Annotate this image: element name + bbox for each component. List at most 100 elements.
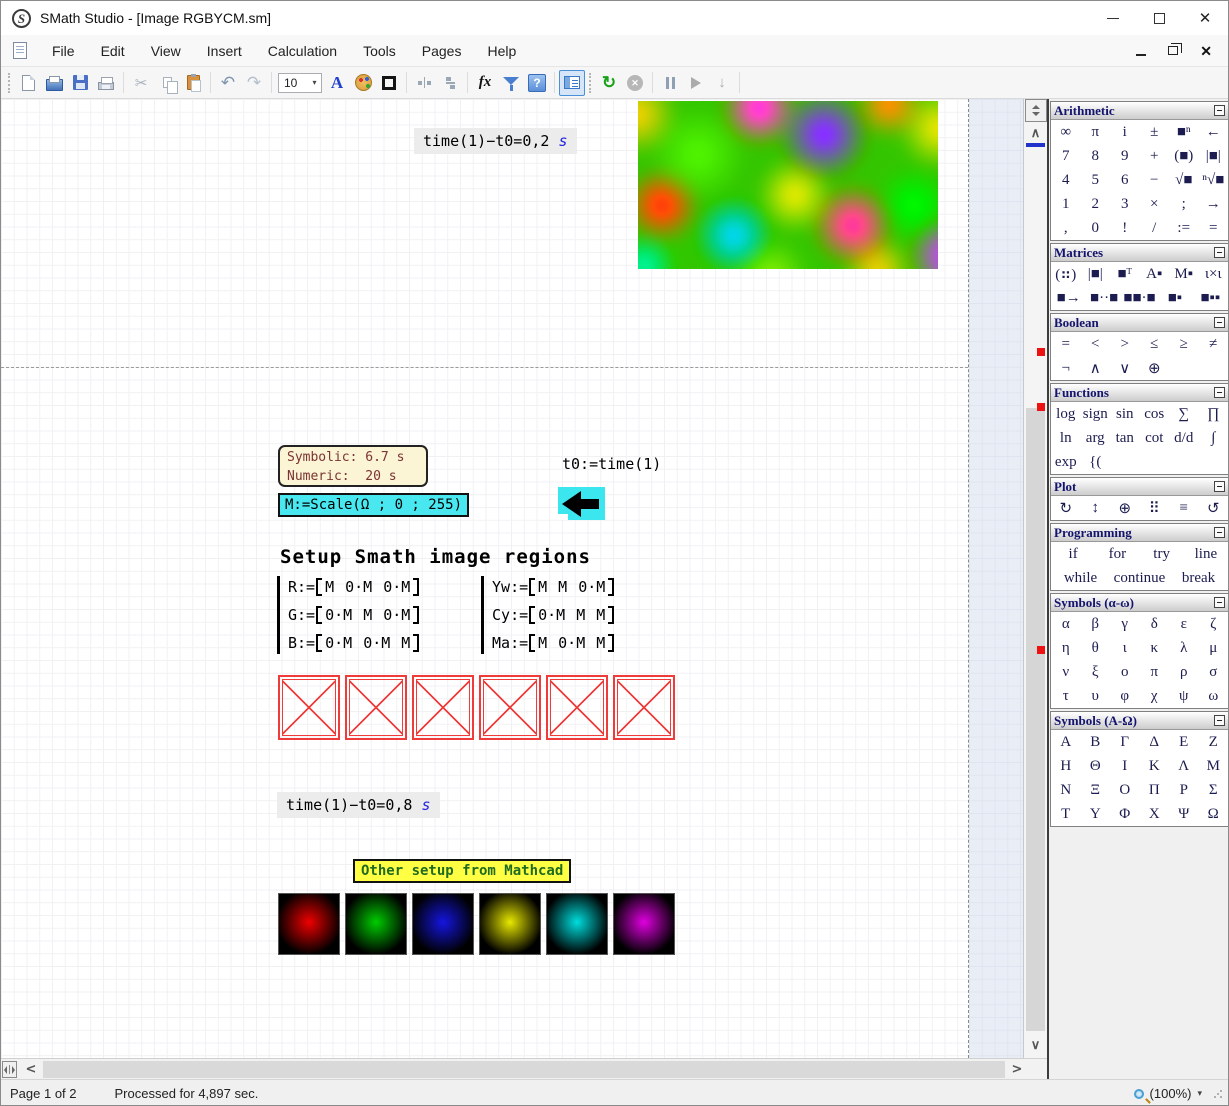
greater-than[interactable]: > <box>1110 336 1140 353</box>
or[interactable]: ∨ <box>1110 359 1140 378</box>
palette-item[interactable]: ζ <box>1199 616 1229 633</box>
mdi-restore-button[interactable] <box>1168 46 1178 55</box>
step-button[interactable]: ↓ <box>709 70 735 96</box>
matrix-group-rgb[interactable]: R:=M0·M0·MG:=0·MM0·MB:=0·M0·MM <box>277 576 419 654</box>
palette-item[interactable]: Χ <box>1140 806 1170 823</box>
greater-equal[interactable]: ≥ <box>1169 336 1199 353</box>
nth-root[interactable]: ⁿ√■ <box>1199 172 1229 189</box>
palette-item[interactable]: Ξ <box>1081 782 1111 799</box>
scroll-down-icon[interactable]: ∨ <box>1024 1037 1047 1053</box>
palette-item[interactable]: χ <box>1140 688 1170 705</box>
broken-image-placeholder[interactable] <box>479 675 541 740</box>
digit-9[interactable]: 9 <box>1110 148 1140 165</box>
color-gradient-image[interactable] <box>345 893 407 955</box>
copy-button[interactable] <box>154 70 180 96</box>
side-panel-toggle-button[interactable] <box>559 70 585 96</box>
window-close-button[interactable]: ✕ <box>1182 1 1228 35</box>
plot-grid[interactable]: ⠿ <box>1140 499 1170 518</box>
palette-item[interactable]: θ <box>1081 640 1111 657</box>
product[interactable]: ∏ <box>1199 406 1229 423</box>
infinity[interactable]: ∞ <box>1051 124 1081 141</box>
palette-item[interactable]: φ <box>1110 688 1140 705</box>
rgb-noise-image[interactable] <box>638 101 938 269</box>
plus[interactable]: + <box>1140 148 1170 165</box>
digit-4[interactable]: 4 <box>1051 172 1081 189</box>
parentheses[interactable]: (■) <box>1169 148 1199 165</box>
row[interactable]: ■▪▪ <box>1193 290 1228 307</box>
palette-item[interactable]: Ο <box>1110 782 1140 799</box>
augment[interactable]: A▪ <box>1140 266 1170 283</box>
not-equal[interactable]: ≠ <box>1199 336 1229 353</box>
broken-image-placeholder[interactable] <box>345 675 407 740</box>
expression-time-elapsed-top[interactable]: time(1)−t0=0,2 s <box>414 128 577 154</box>
palette-item[interactable]: Η <box>1051 758 1081 775</box>
pause-button[interactable] <box>657 70 683 96</box>
scroll-up-icon[interactable]: ∧ <box>1024 125 1047 141</box>
system[interactable]: {( <box>1081 454 1111 471</box>
range[interactable]: ■··■ <box>1086 290 1121 307</box>
column[interactable]: ■▪ <box>1157 290 1192 307</box>
palette-item[interactable]: Ζ <box>1199 734 1229 751</box>
plot-move[interactable]: ⊕ <box>1110 499 1140 518</box>
matrix-definition[interactable]: G:=0·MM0·M <box>288 604 419 626</box>
collapse-icon[interactable] <box>1214 481 1225 492</box>
expression-time-elapsed-bottom[interactable]: time(1)−t0=0,8 s <box>277 792 440 818</box>
palette-item[interactable]: ρ <box>1169 664 1199 681</box>
power[interactable]: ■ⁿ <box>1169 124 1199 141</box>
palette-item[interactable]: Τ <box>1051 806 1081 823</box>
mathcad-label-box[interactable]: Other setup from Mathcad <box>353 859 571 883</box>
broken-image-placeholder[interactable] <box>613 675 675 740</box>
broken-image-placeholder[interactable] <box>278 675 340 740</box>
definition[interactable]: := <box>1169 220 1199 237</box>
scroll-right-icon[interactable]: > <box>1007 1059 1027 1080</box>
fraction-button[interactable] <box>437 70 463 96</box>
minus[interactable]: − <box>1140 172 1170 189</box>
palette-item[interactable]: η <box>1051 640 1081 657</box>
imaginary-unit[interactable]: i <box>1110 124 1140 141</box>
vertical-scroll-thumb[interactable] <box>1026 408 1045 1031</box>
plot-refresh[interactable]: ↺ <box>1199 499 1229 518</box>
palette-item[interactable]: Ω <box>1199 806 1229 823</box>
timing-note-box[interactable]: Symbolic: 6.7 sNumeric: 20 s <box>278 445 428 487</box>
digit-8[interactable]: 8 <box>1081 148 1111 165</box>
palette-item[interactable]: σ <box>1199 664 1229 681</box>
palette-item[interactable]: δ <box>1140 616 1170 633</box>
undo-button[interactable]: ↶ <box>215 70 241 96</box>
palette-item[interactable]: Π <box>1140 782 1170 799</box>
font-size-combobox[interactable]: 10 ▾ <box>278 73 322 93</box>
palette-item[interactable]: Φ <box>1110 806 1140 823</box>
less-equal[interactable]: ≤ <box>1140 336 1170 353</box>
palette-item[interactable]: λ <box>1169 640 1199 657</box>
pi[interactable]: π <box>1081 124 1111 141</box>
line[interactable]: line <box>1184 546 1228 563</box>
xor[interactable]: ⊕ <box>1140 359 1170 378</box>
exp[interactable]: exp <box>1051 454 1081 471</box>
palette-item[interactable]: κ <box>1140 640 1170 657</box>
sign[interactable]: sign <box>1081 406 1111 423</box>
redo-button[interactable]: ↷ <box>241 70 267 96</box>
minor[interactable]: M▪ <box>1169 266 1199 283</box>
matrix-group-ycm[interactable]: Yw:=MM0·MCy:=0·MMMMa:=M0·MM <box>481 576 614 654</box>
square-root[interactable]: √■ <box>1169 172 1199 189</box>
palette-item[interactable]: Ι <box>1110 758 1140 775</box>
palette-item[interactable]: ξ <box>1081 664 1111 681</box>
save-button[interactable] <box>67 70 93 96</box>
collapse-icon[interactable] <box>1214 105 1225 116</box>
paste-button[interactable] <box>180 70 206 96</box>
matrix[interactable]: (⠶) <box>1051 265 1081 284</box>
menu-file[interactable]: File <box>39 37 88 65</box>
digit-3[interactable]: 3 <box>1110 196 1140 213</box>
palette-item[interactable]: Θ <box>1081 758 1111 775</box>
mdi-minimize-button[interactable] <box>1136 54 1146 56</box>
run-button[interactable] <box>683 70 709 96</box>
plot-lines[interactable]: ≡ <box>1169 500 1199 517</box>
bool-equal[interactable]: = <box>1051 336 1081 353</box>
menu-help[interactable]: Help <box>474 37 529 65</box>
menu-calculation[interactable]: Calculation <box>255 37 350 65</box>
log[interactable]: log <box>1051 406 1081 423</box>
help-button[interactable]: ? <box>524 70 550 96</box>
broken-image-placeholder[interactable] <box>546 675 608 740</box>
palette-item[interactable]: Κ <box>1140 758 1170 775</box>
divide[interactable]: / <box>1140 220 1170 237</box>
continue[interactable]: continue <box>1110 570 1169 587</box>
